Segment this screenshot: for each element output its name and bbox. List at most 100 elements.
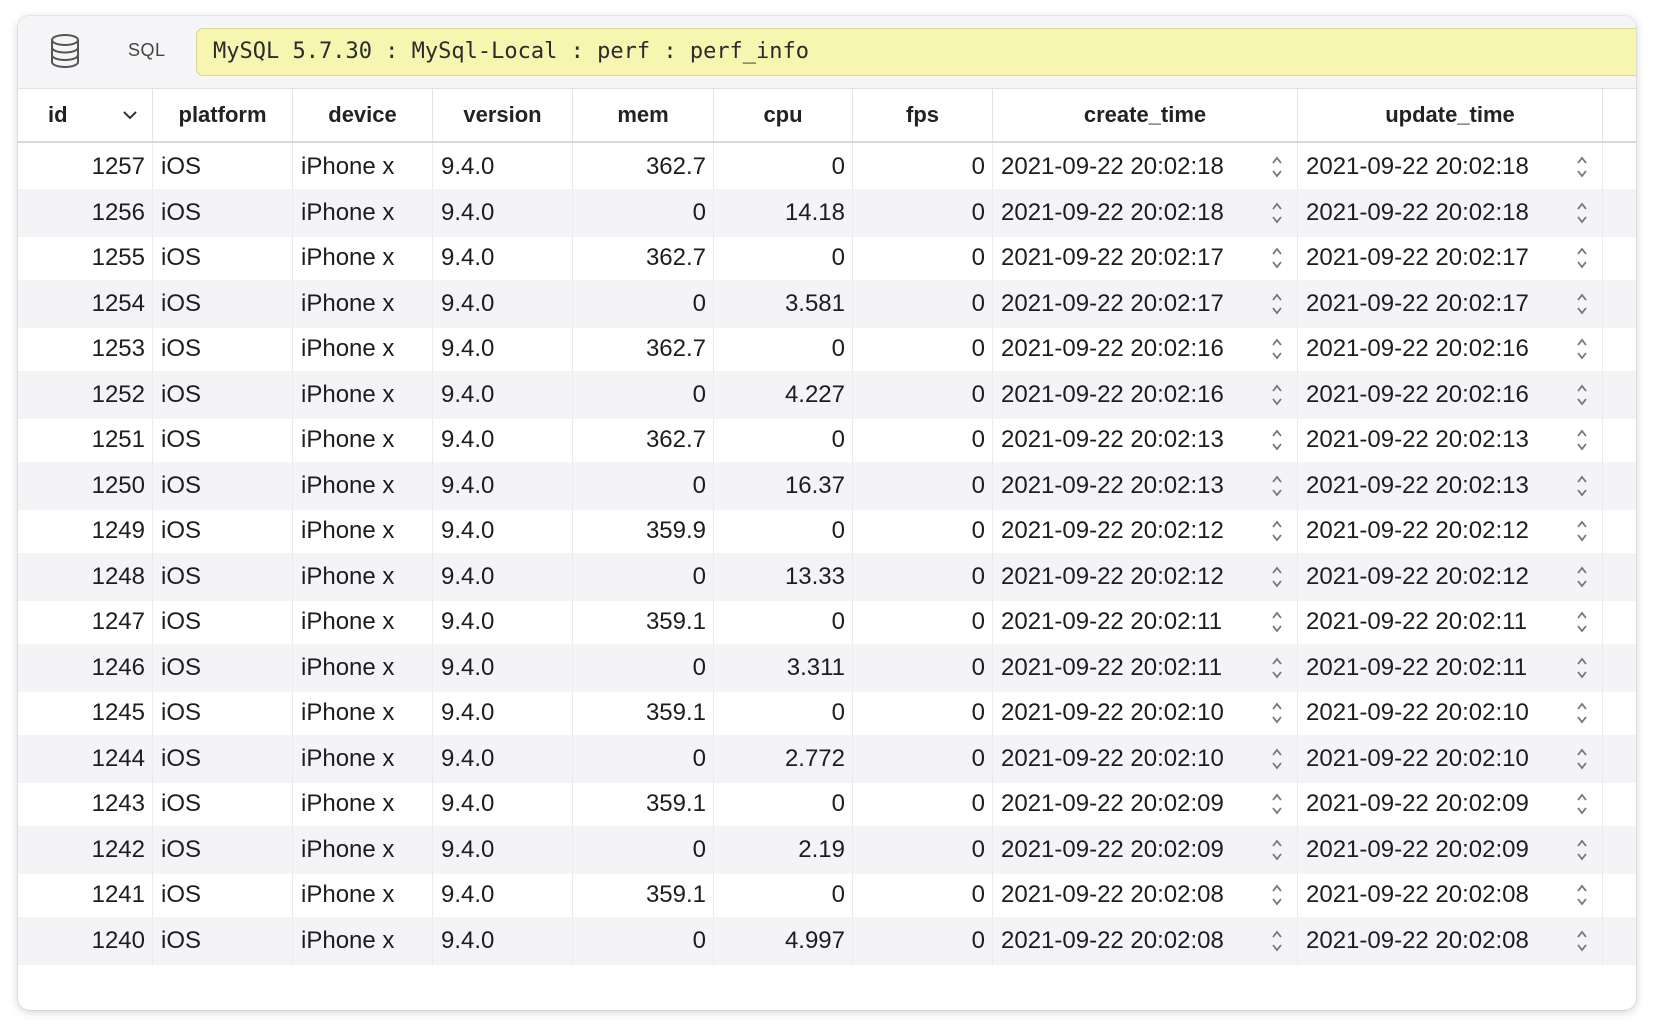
cell-update-time[interactable]: 2021-09-22 20:02:10 <box>1298 689 1603 737</box>
cell-fps[interactable]: 0 <box>853 734 993 783</box>
cell-create-time[interactable]: 2021-09-22 20:02:08 <box>993 916 1298 965</box>
cell-update-time[interactable]: 2021-09-22 20:02:11 <box>1298 598 1603 646</box>
cell-platform[interactable]: iOS <box>153 188 293 237</box>
cell-device[interactable]: iPhone x <box>293 325 433 373</box>
cell-fps[interactable]: 0 <box>853 871 993 919</box>
cell-mem[interactable]: 362.7 <box>573 416 714 464</box>
cell-update-time[interactable]: 2021-09-22 20:02:18 <box>1298 188 1603 237</box>
date-stepper-icon[interactable] <box>1576 245 1588 271</box>
cell-cpu[interactable]: 3.311 <box>714 643 853 692</box>
cell-device[interactable]: iPhone x <box>293 143 433 191</box>
cell-mem[interactable]: 362.7 <box>573 143 714 191</box>
cell-device[interactable]: iPhone x <box>293 234 433 282</box>
date-stepper-icon[interactable] <box>1576 655 1588 681</box>
cell-id[interactable]: 1241 <box>18 871 153 919</box>
cell-platform[interactable]: iOS <box>153 370 293 419</box>
cell-version[interactable]: 9.4.0 <box>433 461 573 510</box>
cell-version[interactable]: 9.4.0 <box>433 734 573 783</box>
date-stepper-icon[interactable] <box>1576 609 1588 635</box>
cell-id[interactable]: 1255 <box>18 234 153 282</box>
cell-device[interactable]: iPhone x <box>293 416 433 464</box>
cell-mem[interactable]: 0 <box>573 734 714 783</box>
table-row[interactable]: 1256 iOS iPhone x 9.4.0 0 14.18 0 2021-09-22 20… <box>18 188 1636 237</box>
column-header-mem[interactable]: mem <box>573 89 714 141</box>
cell-mem[interactable]: 0 <box>573 461 714 510</box>
cell-version[interactable]: 9.4.0 <box>433 234 573 282</box>
date-stepper-icon[interactable] <box>1576 837 1588 863</box>
cell-platform[interactable]: iOS <box>153 143 293 191</box>
cell-cpu[interactable]: 4.227 <box>714 370 853 419</box>
cell-create-time[interactable]: 2021-09-22 20:02:18 <box>993 143 1298 191</box>
cell-version[interactable]: 9.4.0 <box>433 416 573 464</box>
cell-cpu[interactable]: 3.581 <box>714 279 853 328</box>
cell-fps[interactable]: 0 <box>853 825 993 874</box>
table-row[interactable]: 1252 iOS iPhone x 9.4.0 0 4.227 0 2021-09-22 20… <box>18 370 1636 419</box>
cell-cpu[interactable]: 14.18 <box>714 188 853 237</box>
cell-fps[interactable]: 0 <box>853 143 993 191</box>
date-stepper-icon[interactable] <box>1271 473 1283 499</box>
cell-fps[interactable]: 0 <box>853 916 993 965</box>
cell-platform[interactable]: iOS <box>153 598 293 646</box>
date-stepper-icon[interactable] <box>1576 564 1588 590</box>
cell-device[interactable]: iPhone x <box>293 916 433 965</box>
date-stepper-icon[interactable] <box>1576 473 1588 499</box>
cell-create-time[interactable]: 2021-09-22 20:02:13 <box>993 461 1298 510</box>
database-icon[interactable] <box>46 32 84 70</box>
column-header-version[interactable]: version <box>433 89 573 141</box>
cell-id[interactable]: 1252 <box>18 370 153 419</box>
cell-update-time[interactable]: 2021-09-22 20:02:09 <box>1298 780 1603 828</box>
cell-fps[interactable]: 0 <box>853 370 993 419</box>
cell-version[interactable]: 9.4.0 <box>433 916 573 965</box>
date-stepper-icon[interactable] <box>1271 655 1283 681</box>
cell-device[interactable]: iPhone x <box>293 689 433 737</box>
cell-cpu[interactable]: 0 <box>714 234 853 282</box>
cell-device[interactable]: iPhone x <box>293 643 433 692</box>
cell-cpu[interactable]: 0 <box>714 598 853 646</box>
cell-create-time[interactable]: 2021-09-22 20:02:12 <box>993 507 1298 555</box>
cell-device[interactable]: iPhone x <box>293 370 433 419</box>
cell-fps[interactable]: 0 <box>853 507 993 555</box>
table-row[interactable]: 1242 iOS iPhone x 9.4.0 0 2.19 0 2021-09-22 20:… <box>18 825 1636 874</box>
date-stepper-icon[interactable] <box>1271 518 1283 544</box>
cell-id[interactable]: 1242 <box>18 825 153 874</box>
cell-update-time[interactable]: 2021-09-22 20:02:08 <box>1298 871 1603 919</box>
cell-version[interactable]: 9.4.0 <box>433 552 573 601</box>
cell-update-time[interactable]: 2021-09-22 20:02:12 <box>1298 507 1603 555</box>
cell-version[interactable]: 9.4.0 <box>433 825 573 874</box>
date-stepper-icon[interactable] <box>1576 746 1588 772</box>
date-stepper-icon[interactable] <box>1271 928 1283 954</box>
date-stepper-icon[interactable] <box>1271 291 1283 317</box>
cell-fps[interactable]: 0 <box>853 188 993 237</box>
cell-create-time[interactable]: 2021-09-22 20:02:08 <box>993 871 1298 919</box>
cell-create-time[interactable]: 2021-09-22 20:02:09 <box>993 825 1298 874</box>
cell-mem[interactable]: 359.1 <box>573 780 714 828</box>
cell-device[interactable]: iPhone x <box>293 734 433 783</box>
cell-version[interactable]: 9.4.0 <box>433 188 573 237</box>
date-stepper-icon[interactable] <box>1576 154 1588 180</box>
cell-platform[interactable]: iOS <box>153 325 293 373</box>
cell-mem[interactable]: 0 <box>573 825 714 874</box>
date-stepper-icon[interactable] <box>1576 336 1588 362</box>
cell-id[interactable]: 1247 <box>18 598 153 646</box>
sql-tab-label[interactable]: SQL <box>128 40 166 61</box>
table-row[interactable]: 1241 iOS iPhone x 9.4.0 359.1 0 0 2021-09-22 20… <box>18 871 1636 919</box>
cell-update-time[interactable]: 2021-09-22 20:02:17 <box>1298 234 1603 282</box>
table-row[interactable]: 1254 iOS iPhone x 9.4.0 0 3.581 0 2021-09-22 20… <box>18 279 1636 328</box>
cell-platform[interactable]: iOS <box>153 916 293 965</box>
column-header-fps[interactable]: fps <box>853 89 993 141</box>
cell-fps[interactable]: 0 <box>853 325 993 373</box>
cell-version[interactable]: 9.4.0 <box>433 689 573 737</box>
cell-platform[interactable]: iOS <box>153 461 293 510</box>
cell-mem[interactable]: 359.9 <box>573 507 714 555</box>
cell-mem[interactable]: 359.1 <box>573 598 714 646</box>
cell-cpu[interactable]: 4.997 <box>714 916 853 965</box>
date-stepper-icon[interactable] <box>1271 154 1283 180</box>
cell-fps[interactable]: 0 <box>853 689 993 737</box>
cell-platform[interactable]: iOS <box>153 507 293 555</box>
cell-version[interactable]: 9.4.0 <box>433 143 573 191</box>
cell-device[interactable]: iPhone x <box>293 552 433 601</box>
cell-cpu[interactable]: 0 <box>714 325 853 373</box>
date-stepper-icon[interactable] <box>1271 245 1283 271</box>
table-row[interactable]: 1248 iOS iPhone x 9.4.0 0 13.33 0 2021-09-22 20… <box>18 552 1636 601</box>
column-header-id[interactable]: id <box>18 89 153 141</box>
